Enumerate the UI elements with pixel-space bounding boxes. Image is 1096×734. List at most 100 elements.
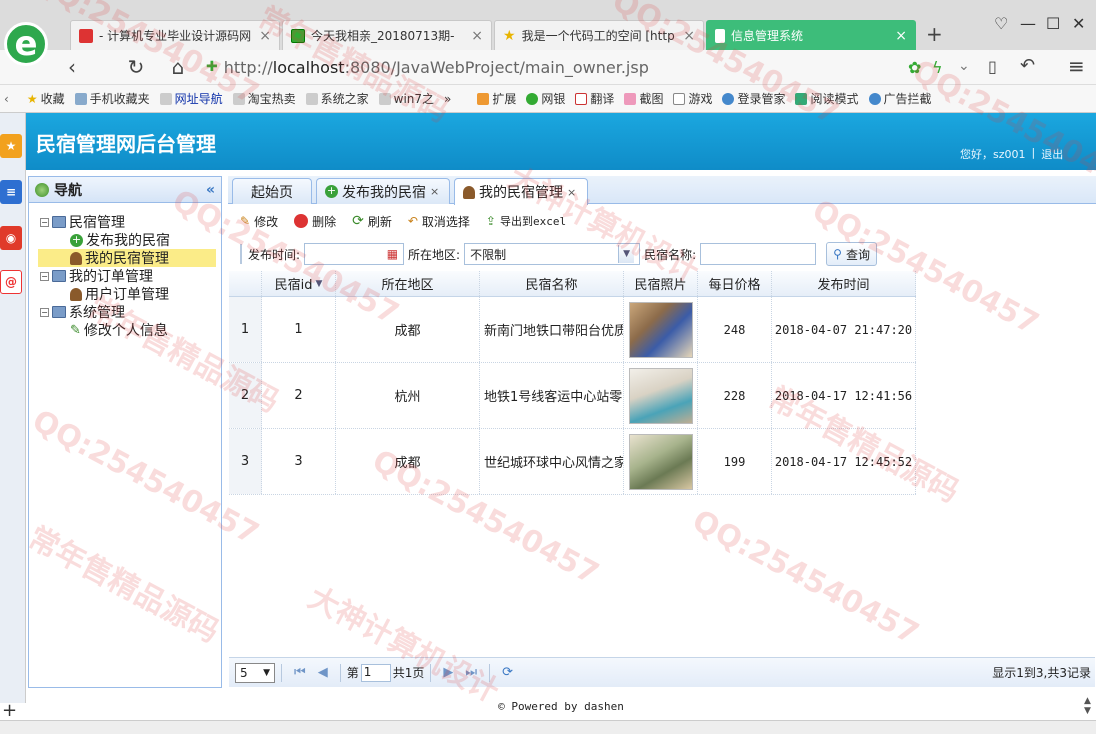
row-number: 2: [229, 363, 262, 428]
maximize-icon[interactable]: ☐: [1046, 14, 1060, 33]
edit-button[interactable]: ✎ 修改: [240, 213, 278, 230]
tree-node-my-orders[interactable]: − 我的订单管理: [40, 267, 153, 285]
new-tab-icon[interactable]: +: [926, 22, 943, 46]
scroll-arrows-icon[interactable]: ▲ ▼: [1084, 696, 1091, 716]
url-field[interactable]: ✚ http://localhost:8080/JavaWebProject/m…: [206, 54, 896, 80]
bookmark-item[interactable]: 游戏: [673, 90, 712, 107]
bookmark-item[interactable]: 网址导航: [159, 90, 223, 107]
collapse-icon[interactable]: «: [206, 182, 215, 198]
column-header-price[interactable]: 每日价格: [698, 271, 772, 296]
table-row[interactable]: 2 2 杭州 地铁1号线客运中心站零 228 2018-04-17 12:41:…: [229, 363, 916, 429]
search-button[interactable]: ⚲ 查询: [826, 242, 877, 266]
button-label: 修改: [254, 214, 279, 229]
collapse-box-icon[interactable]: −: [40, 271, 49, 281]
column-header-name[interactable]: 民宿名称: [480, 271, 624, 296]
bookmark-item[interactable]: 截图: [624, 90, 663, 107]
close-icon[interactable]: ×: [259, 28, 271, 44]
bookmark-item[interactable]: 手机收藏夹: [74, 90, 150, 107]
tree-node-user-orders[interactable]: 用户订单管理: [70, 285, 169, 303]
close-icon[interactable]: ×: [567, 186, 576, 199]
column-header-photo[interactable]: 民宿照片: [624, 271, 698, 296]
tab-publish-house[interactable]: + 发布我的民宿 ×: [316, 178, 450, 204]
table-row[interactable]: 3 3 成都 世纪城环球中心风情之家 199 2018-04-17 12:45:…: [229, 429, 916, 495]
add-icon[interactable]: +: [2, 700, 17, 721]
menu-icon[interactable]: ≡: [1068, 54, 1085, 78]
lightning-icon[interactable]: ϟ: [932, 58, 943, 77]
reload-icon[interactable]: ↻: [124, 55, 148, 79]
refresh-button[interactable]: ⟳ 刷新: [352, 213, 392, 230]
collapse-box-icon[interactable]: −: [40, 217, 49, 227]
list-icon[interactable]: ≡: [0, 180, 22, 204]
region-select[interactable]: 不限制 ▼: [464, 243, 641, 265]
page-number-input[interactable]: 1: [360, 663, 391, 682]
page-size-select[interactable]: 5 ▼: [235, 662, 275, 683]
tree-node-publish-house[interactable]: + 发布我的民宿: [70, 231, 170, 249]
bookmark-item[interactable]: 系统之家: [305, 90, 369, 107]
tree-node-house-management[interactable]: − 民宿管理: [40, 213, 125, 231]
tab-home[interactable]: 起始页: [232, 178, 312, 204]
tree-label: 用户订单管理: [85, 287, 169, 303]
weibo-icon[interactable]: ◉: [0, 226, 22, 250]
close-window-icon[interactable]: ✕: [1072, 14, 1085, 33]
house-name-input[interactable]: [700, 243, 817, 265]
mail-icon[interactable]: @: [0, 270, 22, 294]
tree-node-my-house-management[interactable]: 我的民宿管理: [38, 249, 216, 267]
bookmark-item[interactable]: 广告拦截: [868, 90, 932, 107]
tree-label: 发布我的民宿: [86, 233, 170, 249]
speed-icon[interactable]: ✿: [908, 58, 921, 77]
favorites-icon[interactable]: ★: [0, 134, 22, 158]
back-icon[interactable]: ‹: [60, 55, 84, 79]
logout-link[interactable]: 退出: [1041, 146, 1063, 162]
skin-icon[interactable]: ♡: [994, 14, 1008, 33]
bookmark-item[interactable]: 登录管家: [722, 90, 785, 107]
close-icon[interactable]: ×: [895, 28, 907, 44]
undo-icon[interactable]: ↶: [1020, 55, 1035, 76]
add-circle-icon: +: [70, 232, 83, 247]
column-header-time[interactable]: 发布时间: [772, 271, 916, 296]
browser-tab-4[interactable]: 信息管理系统 ×: [706, 20, 916, 50]
house-photo[interactable]: [628, 301, 693, 358]
dropdown-icon[interactable]: ⌄: [958, 58, 970, 74]
house-photo[interactable]: [628, 367, 693, 424]
column-header-id[interactable]: 民宿id ▼: [262, 271, 336, 296]
bookmark-item[interactable]: 网银: [526, 90, 565, 107]
bookmark-item[interactable]: 淘宝热卖: [232, 90, 296, 107]
bookmark-item[interactable]: 翻译: [575, 90, 614, 107]
bookmark-item[interactable]: ★ 收藏: [27, 90, 65, 107]
column-header-region[interactable]: 所在地区: [336, 271, 480, 296]
delete-button[interactable]: 删除: [294, 213, 336, 230]
minimize-icon[interactable]: —: [1020, 14, 1036, 33]
url-prefix: http://: [223, 57, 273, 77]
tree-node-system[interactable]: − 系统管理: [40, 303, 125, 321]
nav-panel-header: 导航 «: [29, 177, 221, 203]
prev-page-icon[interactable]: ◀: [318, 665, 328, 680]
phone-icon[interactable]: ▯: [988, 57, 997, 76]
house-photo[interactable]: [628, 433, 693, 490]
tab-my-house-management[interactable]: 我的民宿管理 ×: [454, 178, 588, 205]
bookmark-item[interactable]: 扩展: [477, 90, 516, 107]
browser-tab-3[interactable]: ★ 我是一个代码工的空间 [http ×: [494, 20, 704, 50]
refresh-icon[interactable]: ⟳: [502, 665, 513, 680]
close-icon[interactable]: ×: [430, 185, 439, 198]
calendar-icon[interactable]: ▦: [387, 247, 398, 261]
unselect-button[interactable]: ↶ 取消选择: [408, 213, 470, 230]
browser-tab-2[interactable]: 今天我相亲_20180713期- ×: [282, 20, 492, 50]
chevron-down-icon[interactable]: ▼: [618, 245, 635, 263]
more-bookmarks[interactable]: »: [444, 92, 451, 106]
collapse-box-icon[interactable]: −: [40, 307, 49, 317]
close-icon[interactable]: ×: [683, 28, 695, 44]
publish-time-input[interactable]: ▦: [304, 243, 405, 265]
chevron-left-icon[interactable]: ‹: [4, 92, 9, 106]
table-row[interactable]: 1 1 成都 新南门地铁口带阳台优质 248 2018-04-07 21:47:…: [229, 297, 916, 363]
home-icon[interactable]: ⌂: [166, 55, 190, 79]
bookmark-item[interactable]: win7之: [378, 90, 434, 107]
browser-tab-1[interactable]: - 计算机专业毕业设计源码网 ×: [70, 20, 280, 50]
bookmark-item[interactable]: 阅读模式: [795, 90, 859, 107]
close-icon[interactable]: ×: [471, 28, 483, 44]
last-page-icon[interactable]: ⏭: [465, 665, 477, 680]
export-button[interactable]: ⇪ 导出到excel: [486, 213, 566, 229]
tree-node-edit-profile[interactable]: ✎ 修改个人信息: [70, 321, 168, 340]
separator: [430, 663, 432, 682]
first-page-icon[interactable]: ⏮: [294, 665, 306, 680]
next-page-icon[interactable]: ▶: [443, 665, 453, 680]
